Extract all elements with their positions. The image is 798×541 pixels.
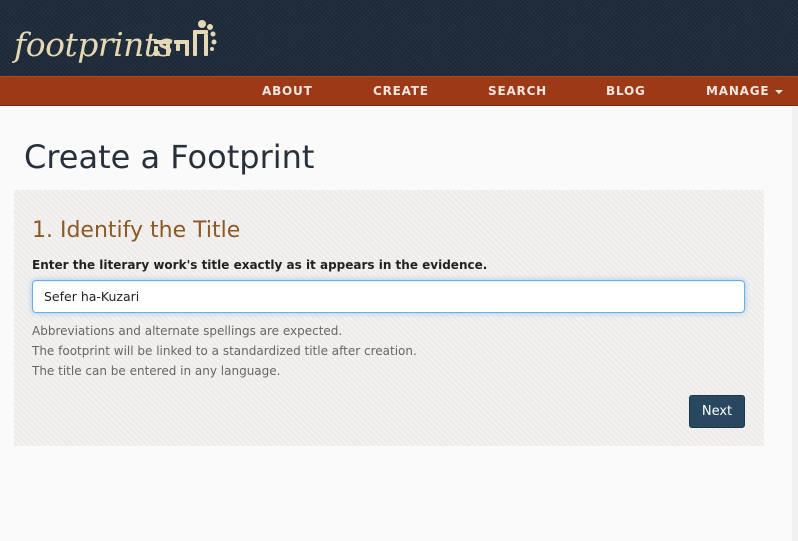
title-input[interactable]	[32, 280, 745, 313]
footprints-logo[interactable]: footprints	[12, 14, 222, 72]
logo-text: footprints	[14, 25, 174, 64]
caret-down-icon	[775, 89, 784, 94]
help-line: Abbreviations and alternate spellings ar…	[32, 324, 343, 338]
site-header: footprints	[0, 0, 798, 76]
nav-item-search[interactable]: SEARCH	[488, 77, 547, 105]
title-field-label: Enter the literary work's title exactly …	[32, 258, 488, 272]
main-nav: ABOUT CREATE SEARCH BLOG MANAGE	[0, 76, 798, 106]
nav-item-manage[interactable]: MANAGE	[706, 77, 784, 105]
next-button[interactable]: Next	[689, 395, 745, 428]
logo-hebrew-mark-icon	[154, 20, 217, 56]
step-heading: 1. Identify the Title	[32, 218, 241, 243]
nav-item-create[interactable]: CREATE	[373, 77, 429, 105]
nav-item-about[interactable]: ABOUT	[262, 77, 313, 105]
help-line: The footprint will be linked to a standa…	[32, 344, 417, 358]
identify-title-panel: 1. Identify the Title Enter the literary…	[14, 190, 764, 446]
page-title: Create a Footprint	[24, 138, 315, 176]
help-line: The title can be entered in any language…	[32, 364, 281, 378]
nav-item-blog[interactable]: BLOG	[606, 77, 646, 105]
page-scrollbar[interactable]	[792, 106, 798, 541]
help-text: Abbreviations and alternate spellings ar…	[32, 321, 417, 381]
nav-item-manage-label: MANAGE	[706, 84, 770, 98]
